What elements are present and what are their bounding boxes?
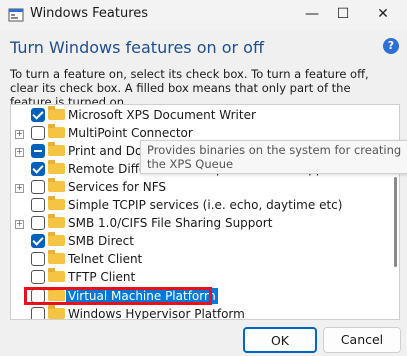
window-title: Windows Features (30, 6, 149, 21)
feature-row-smb1[interactable]: + SMB 1.0/CIFS File Sharing Support (11, 214, 399, 233)
folder-icon (48, 142, 65, 156)
print-services-checkbox[interactable] (31, 144, 45, 158)
folder-icon (48, 268, 65, 282)
windows-features-app-icon (8, 8, 24, 22)
close-button[interactable]: ✕ (364, 0, 402, 30)
maximize-button[interactable]: ☐ (324, 0, 362, 30)
feature-row-nfs[interactable]: + Services for NFS (11, 178, 399, 197)
expand-icon[interactable]: + (15, 220, 24, 229)
smb-direct-checkbox[interactable] (31, 234, 45, 248)
feature-row-smb-direct[interactable]: SMB Direct (11, 232, 399, 251)
feature-label: Microsoft XPS Document Writer (68, 108, 256, 122)
feature-row-hypervisor[interactable]: Windows Hypervisor Platform (11, 305, 399, 320)
features-tree[interactable]: Microsoft XPS Document Writer + MultiPoi… (10, 104, 400, 320)
feature-label: Services for NFS (68, 180, 167, 194)
telnet-checkbox[interactable] (31, 252, 45, 266)
feature-label: SMB Direct (68, 234, 134, 248)
feature-row-tcpip[interactable]: Simple TCPIP services (i.e. echo, daytim… (11, 196, 399, 215)
page-heading: Turn Windows features on or off (10, 38, 264, 57)
feature-label: Windows Hypervisor Platform (68, 307, 245, 320)
cancel-button[interactable]: Cancel (323, 327, 401, 353)
help-icon[interactable]: ? (383, 38, 399, 54)
feature-label: TFTP Client (68, 270, 136, 284)
tcpip-checkbox[interactable] (31, 198, 45, 212)
folder-icon (48, 214, 65, 228)
nfs-checkbox[interactable] (31, 180, 45, 194)
rdc-api-checkbox[interactable] (31, 162, 45, 176)
scrollbar-thumb[interactable] (394, 177, 397, 267)
multipoint-checkbox[interactable] (31, 126, 45, 140)
xps-writer-checkbox[interactable] (31, 108, 45, 122)
feature-row-tftp[interactable]: TFTP Client (11, 268, 399, 287)
feature-label: Telnet Client (68, 252, 143, 266)
tree-scrollbar[interactable] (393, 105, 399, 319)
folder-icon (48, 124, 65, 138)
folder-icon (48, 305, 65, 319)
feature-row-telnet[interactable]: Telnet Client (11, 250, 399, 269)
hypervisor-checkbox[interactable] (31, 307, 45, 319)
feature-row-xps-writer[interactable]: Microsoft XPS Document Writer (11, 106, 399, 125)
expand-icon[interactable]: + (15, 148, 24, 157)
annotation-highlight-box (24, 287, 212, 305)
folder-icon (48, 178, 65, 192)
instructions-text: To turn a feature on, select its check b… (10, 67, 369, 109)
title-bar: Windows Features — ☐ ✕ (0, 0, 407, 30)
ok-button[interactable]: OK (243, 327, 317, 353)
feature-label: Simple TCPIP services (i.e. echo, daytim… (68, 198, 343, 212)
feature-label: SMB 1.0/CIFS File Sharing Support (68, 216, 273, 230)
expand-icon[interactable]: + (15, 184, 24, 193)
folder-icon (48, 250, 65, 264)
folder-icon (48, 196, 65, 210)
feature-tooltip: Provides binaries on the system for crea… (140, 140, 407, 174)
expand-icon[interactable]: + (15, 130, 24, 139)
folder-icon (48, 106, 65, 120)
folder-icon (48, 160, 65, 174)
feature-label: MultiPoint Connector (68, 126, 193, 140)
tftp-checkbox[interactable] (31, 270, 45, 284)
folder-icon (48, 232, 65, 246)
smb1-checkbox[interactable] (31, 216, 45, 230)
